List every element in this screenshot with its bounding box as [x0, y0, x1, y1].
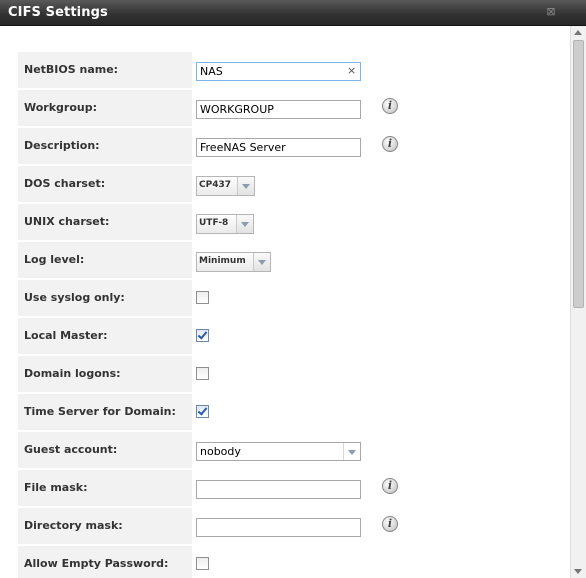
row-workgroup: Workgroup: i [0, 90, 570, 128]
scroll-up-icon[interactable] [574, 30, 582, 35]
dos-charset-label: DOS charset: [24, 177, 106, 190]
window-titlebar: CIFS Settings ⊠ [0, 0, 586, 26]
label-cell: NetBIOS name: [18, 52, 192, 89]
row-use-syslog: Use syslog only: [0, 280, 570, 318]
local-master-checkbox[interactable] [196, 329, 209, 342]
row-dos-charset: DOS charset: CP437 [0, 166, 570, 204]
scroll-down-icon[interactable] [574, 569, 582, 574]
unix-charset-select[interactable]: UTF-8 [196, 214, 254, 234]
info-glyph: i [387, 99, 393, 112]
label-cell: Guest account: [18, 432, 192, 469]
row-file-mask: File mask: i [0, 470, 570, 508]
guest-account-value: nobody [200, 445, 241, 458]
label-cell: DOS charset: [18, 166, 192, 203]
dos-charset-select[interactable]: CP437 [196, 176, 255, 196]
chevron-down-icon[interactable] [236, 215, 253, 233]
label-cell: Time Server for Domain: [18, 394, 192, 431]
domain-logons-checkbox[interactable] [196, 367, 209, 380]
guest-account-select[interactable]: nobody [196, 442, 361, 461]
dos-charset-value: CP437 [199, 180, 231, 190]
use-syslog-label: Use syslog only: [24, 291, 125, 304]
netbios-name-input[interactable] [196, 62, 361, 81]
allow-empty-password-label: Allow Empty Password: [24, 557, 169, 570]
row-directory-mask: Directory mask: i [0, 508, 570, 546]
row-description: Description: i [0, 128, 570, 166]
log-level-value: Minimum [199, 256, 246, 266]
label-cell: Description: [18, 128, 192, 165]
description-label: Description: [24, 139, 100, 152]
label-cell: Domain logons: [18, 356, 192, 393]
info-glyph: i [387, 137, 393, 150]
label-cell: Use syslog only: [18, 280, 192, 317]
file-mask-input[interactable] [196, 480, 361, 499]
info-icon[interactable]: i [382, 478, 398, 494]
info-icon[interactable]: i [382, 136, 398, 152]
row-local-master: Local Master: [0, 318, 570, 356]
label-cell: Local Master: [18, 318, 192, 355]
label-cell: Log level: [18, 242, 192, 279]
row-netbios-name: NetBIOS name: × [0, 52, 570, 90]
clear-input-icon[interactable]: × [347, 64, 356, 77]
settings-form: NetBIOS name: × Workgroup: i Description… [0, 26, 570, 578]
use-syslog-checkbox[interactable] [196, 291, 209, 304]
row-allow-empty-password: Allow Empty Password: [0, 546, 570, 578]
row-domain-logons: Domain logons: [0, 356, 570, 394]
time-server-label: Time Server for Domain: [24, 405, 176, 418]
file-mask-label: File mask: [24, 481, 88, 494]
allow-empty-password-checkbox[interactable] [196, 557, 209, 570]
description-input[interactable] [196, 138, 361, 157]
row-log-level: Log level: Minimum [0, 242, 570, 280]
info-icon[interactable]: i [382, 516, 398, 532]
scroll-thumb[interactable] [573, 40, 584, 308]
local-master-label: Local Master: [24, 329, 108, 342]
workgroup-label: Workgroup: [24, 101, 97, 114]
row-unix-charset: UNIX charset: UTF-8 [0, 204, 570, 242]
vertical-scrollbar[interactable] [570, 26, 586, 578]
log-level-select[interactable]: Minimum [196, 252, 271, 272]
window-title: CIFS Settings [8, 5, 108, 20]
row-time-server: Time Server for Domain: [0, 394, 570, 432]
row-guest-account: Guest account: nobody [0, 432, 570, 470]
info-glyph: i [387, 479, 393, 492]
chevron-down-icon[interactable] [237, 177, 254, 195]
directory-mask-input[interactable] [196, 518, 361, 537]
label-cell: Allow Empty Password: [18, 546, 192, 578]
label-cell: Workgroup: [18, 90, 192, 127]
domain-logons-label: Domain logons: [24, 367, 121, 380]
label-cell: UNIX charset: [18, 204, 192, 241]
workgroup-input[interactable] [196, 100, 361, 119]
unix-charset-value: UTF-8 [199, 218, 229, 228]
netbios-name-label: NetBIOS name: [24, 63, 119, 76]
time-server-checkbox[interactable] [196, 405, 209, 418]
chevron-down-icon[interactable] [253, 253, 270, 271]
close-icon[interactable]: ⊠ [545, 6, 557, 18]
info-glyph: i [387, 517, 393, 530]
label-cell: File mask: [18, 470, 192, 507]
unix-charset-label: UNIX charset: [24, 215, 110, 228]
chevron-down-icon[interactable] [343, 443, 360, 460]
directory-mask-label: Directory mask: [24, 519, 123, 532]
log-level-label: Log level: [24, 253, 85, 266]
info-icon[interactable]: i [382, 98, 398, 114]
guest-account-label: Guest account: [24, 443, 118, 456]
label-cell: Directory mask: [18, 508, 192, 545]
